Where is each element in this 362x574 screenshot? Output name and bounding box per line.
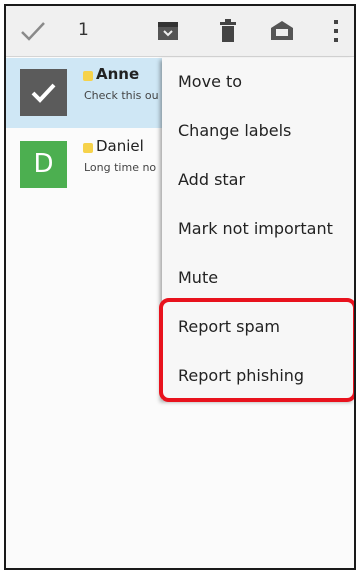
- star-icon: [83, 71, 93, 81]
- star-icon: [83, 143, 93, 153]
- menu-item-label: Mark not important: [178, 219, 333, 238]
- highlight-box: [159, 298, 354, 402]
- email-snippet: Long time no: [84, 161, 157, 174]
- menu-item-move-to[interactable]: Move to: [162, 58, 354, 107]
- menu-item-label: Add star: [178, 170, 246, 189]
- trash-icon[interactable]: [214, 18, 242, 44]
- action-bar: 1: [6, 6, 354, 57]
- menu-item-label: Change labels: [178, 121, 292, 140]
- done-check-icon[interactable]: [20, 20, 46, 42]
- menu-item-add-star[interactable]: Add star: [162, 156, 354, 205]
- overflow-menu-icon[interactable]: [327, 17, 345, 45]
- phone-screen: 1 Anne Check this ou D Daniel Long time …: [4, 4, 356, 570]
- archive-icon[interactable]: [154, 18, 182, 44]
- avatar[interactable]: D: [20, 141, 67, 188]
- menu-item-change-labels[interactable]: Change labels: [162, 107, 354, 156]
- labels-icon[interactable]: [268, 18, 296, 44]
- sender-name: Anne: [96, 65, 140, 83]
- menu-item-mute[interactable]: Mute: [162, 254, 354, 303]
- menu-item-label: Mute: [178, 268, 219, 287]
- menu-item-label: Move to: [178, 72, 243, 91]
- checkmark-icon: [31, 83, 56, 103]
- sender-name: Daniel: [96, 137, 144, 155]
- selected-avatar[interactable]: [20, 69, 67, 116]
- selected-count: 1: [78, 20, 89, 40]
- menu-item-mark-not-important[interactable]: Mark not important: [162, 205, 354, 254]
- email-snippet: Check this ou: [84, 89, 159, 102]
